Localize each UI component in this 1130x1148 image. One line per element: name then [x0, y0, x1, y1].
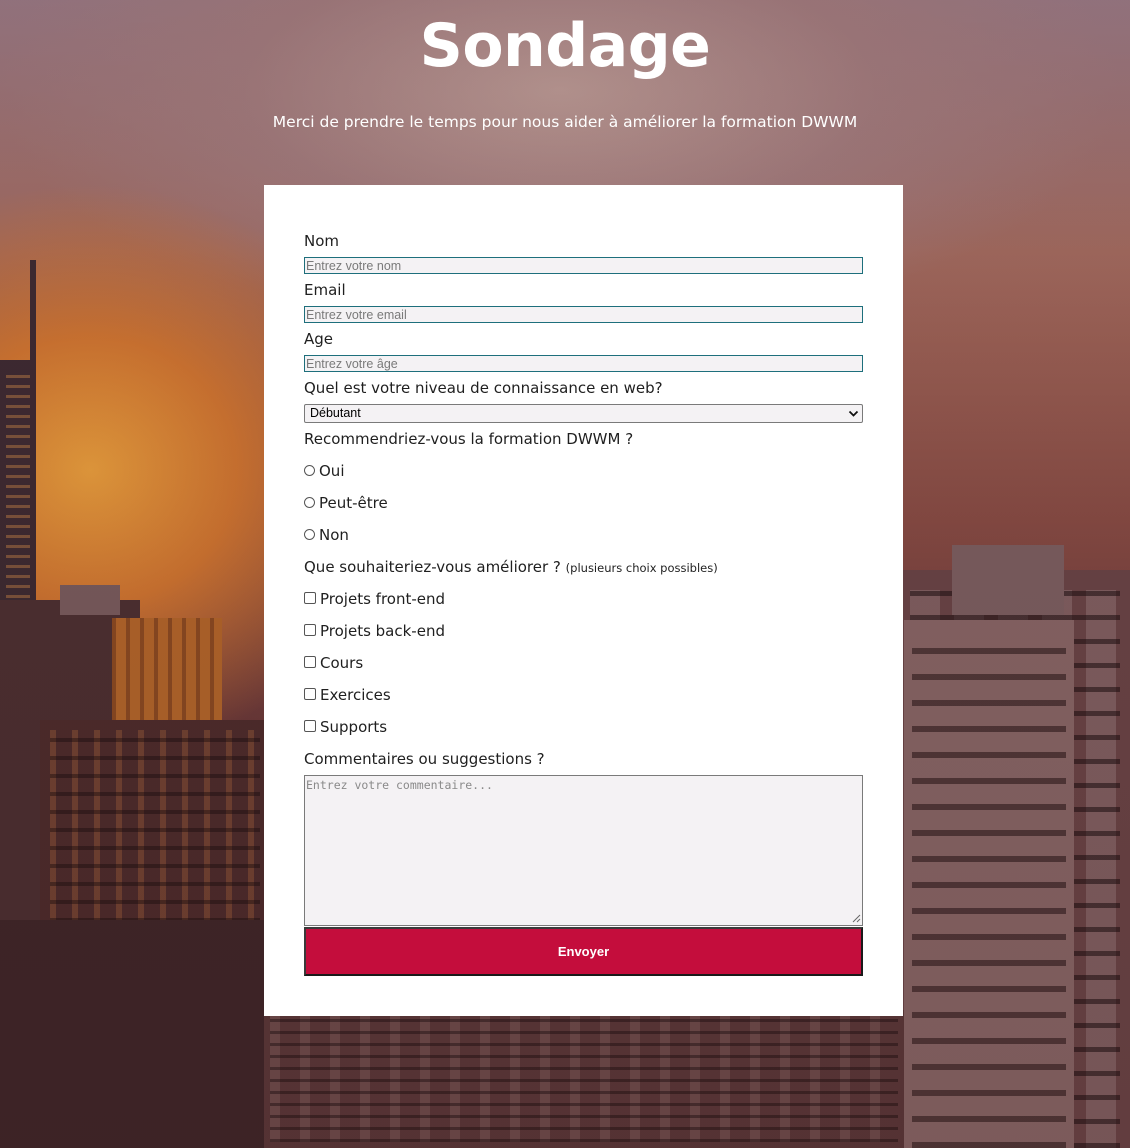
radio-button[interactable] [304, 528, 315, 540]
age-input[interactable] [304, 355, 863, 372]
checkbox[interactable] [304, 592, 316, 604]
page-subtitle: Merci de prendre le temps pour nous aide… [272, 113, 858, 131]
radio-button[interactable] [304, 464, 315, 476]
checkbox-option-supports[interactable]: Supports [304, 717, 387, 737]
checkbox[interactable] [304, 720, 316, 732]
improve-hint: (plusieurs choix possibles) [565, 561, 718, 575]
checkbox-option-front-end[interactable]: Projets front-end [304, 589, 445, 609]
submit-button[interactable]: Envoyer [304, 927, 863, 976]
checkbox[interactable] [304, 624, 316, 636]
checkbox-label: Projets back-end [320, 622, 445, 640]
age-label: Age [304, 330, 334, 348]
checkbox-label: Exercices [320, 686, 391, 704]
comments-textarea[interactable] [304, 775, 863, 926]
email-input[interactable] [304, 306, 863, 323]
page-title: Sondage [419, 11, 711, 81]
survey-form: Nom Email Age Quel est votre niveau de c… [264, 185, 903, 1016]
name-label: Nom [304, 232, 340, 250]
radio-option-peut-etre[interactable]: Peut-être [304, 493, 388, 513]
checkbox-label: Supports [320, 718, 388, 736]
checkbox-option-exercices[interactable]: Exercices [304, 685, 391, 705]
level-select-value: Débutant [310, 406, 361, 420]
checkbox-label: Cours [320, 654, 364, 672]
checkbox-label: Projets front-end [320, 590, 446, 608]
email-label: Email [304, 281, 346, 299]
checkbox-option-cours[interactable]: Cours [304, 653, 363, 673]
name-input[interactable] [304, 257, 863, 274]
recommend-label: Recommendriez-vous la formation DWWM ? [304, 430, 634, 448]
comments-label: Commentaires ou suggestions ? [304, 750, 545, 768]
improve-label: Que souhaiteriez-vous améliorer ? [304, 558, 561, 576]
chevron-down-icon [848, 410, 859, 417]
checkbox[interactable] [304, 656, 316, 668]
radio-label: Peut-être [319, 494, 388, 512]
level-select[interactable]: Débutant [304, 404, 863, 423]
resize-handle-icon[interactable] [852, 914, 861, 923]
checkbox[interactable] [304, 688, 316, 700]
improve-label-row: Que souhaiteriez-vous améliorer ? (plusi… [304, 557, 718, 578]
radio-option-non[interactable]: Non [304, 525, 349, 545]
radio-label: Oui [319, 462, 345, 480]
radio-button[interactable] [304, 496, 315, 508]
level-label: Quel est votre niveau de connaissance en… [304, 379, 663, 397]
checkbox-option-back-end[interactable]: Projets back-end [304, 621, 445, 641]
radio-option-oui[interactable]: Oui [304, 461, 344, 481]
radio-label: Non [319, 526, 349, 544]
